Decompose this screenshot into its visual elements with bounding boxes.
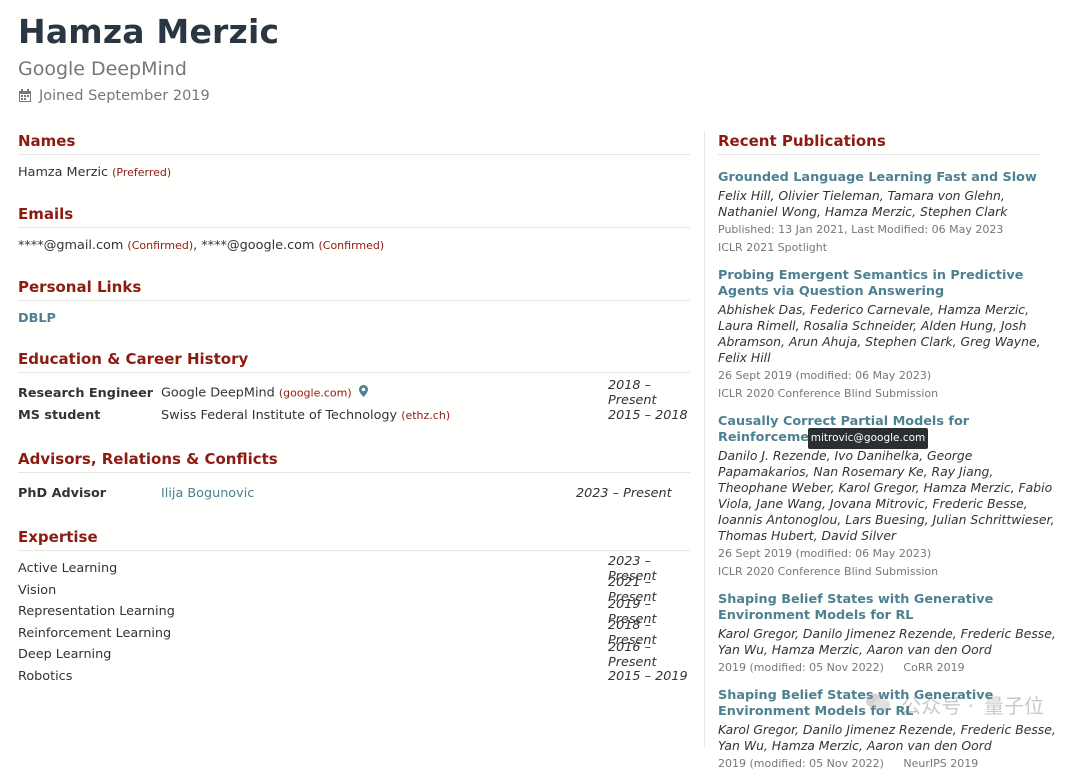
publication-venue: ICLR 2020 Conference Blind Submission: [718, 565, 939, 578]
email-status: (Confirmed): [318, 239, 385, 252]
preferred-name: Hamza Merzic: [18, 165, 109, 180]
section-title-advisors: Advisors, Relations & Conflicts: [18, 449, 690, 473]
history-institution: Swiss Federal Institute of Technology: [161, 407, 398, 423]
expertise-topic: Vision: [18, 582, 57, 598]
publication-dates: 26 Sept 2019 (modified: 06 May 2023): [718, 369, 932, 382]
wechat-icon: [865, 692, 891, 718]
email-tooltip: mitrovic@google.com: [808, 428, 928, 449]
publication-venue: ICLR 2020 Conference Blind Submission: [718, 387, 939, 400]
history-position: MS student: [18, 407, 101, 423]
history-years: 2015 – 2018: [608, 407, 688, 423]
publication-venue: ICLR 2021 Spotlight: [718, 241, 828, 254]
advisor-years: 2023 – Present: [576, 485, 672, 501]
publication-authors: Karol Gregor, Danilo Jimenez Rezende, Fr…: [718, 626, 1056, 657]
expertise-topic: Reinforcement Learning: [18, 625, 172, 641]
expertise-row: Deep Learning 2016 – Present: [18, 640, 690, 670]
publication-title-link[interactable]: Grounded Language Learning Fast and Slow: [718, 170, 1063, 186]
joined-text: Joined September 2019: [39, 88, 210, 104]
profile-name: Hamza Merzic: [18, 12, 280, 51]
expertise-topic: Deep Learning: [18, 647, 112, 663]
history-domain: (ethz.ch): [401, 408, 451, 422]
section-title-emails: Emails: [18, 204, 690, 228]
history-institution: Google DeepMind: [161, 385, 275, 401]
email-address: ****@gmail.com: [18, 238, 124, 253]
joined-date: Joined September 2019: [18, 88, 279, 104]
watermark-brand: 量子位: [984, 694, 1044, 718]
watermark-text: 公众号 ·: [901, 694, 974, 718]
dblp-link[interactable]: DBLP: [18, 311, 56, 326]
publication-item: Probing Emergent Semantics in Predictive…: [718, 268, 1063, 402]
publication-item: Shaping Belief States with Generative En…: [718, 592, 1063, 676]
section-title-links: Personal Links: [18, 277, 690, 301]
expertise-topic: Robotics: [18, 668, 73, 684]
profile-details: Names Hamza Merzic (Preferred) Emails **…: [18, 131, 690, 687]
history-position: Research Engineer: [18, 385, 154, 401]
section-title-names: Names: [18, 131, 690, 155]
email-address: ****@google.com: [201, 238, 315, 253]
publication-dates: 2019 (modified: 05 Nov 2022): [718, 757, 884, 770]
publication-authors: Felix Hill, Olivier Tieleman, Tamara von…: [718, 188, 1008, 219]
expertise-topic: Active Learning: [18, 561, 118, 577]
publication-title-link[interactable]: Probing Emergent Semantics in Predictive…: [718, 268, 1063, 300]
publication-venue: NeurIPS 2019: [903, 757, 979, 770]
email-separator: ,: [193, 238, 198, 253]
section-title-expertise: Expertise: [18, 527, 690, 551]
history-row: MS student Swiss Federal Institute of Te…: [18, 404, 690, 426]
expertise-row: Active Learning 2023 – Present: [18, 554, 690, 584]
publication-dates: 2019 (modified: 05 Nov 2022): [718, 661, 884, 674]
publication-authors: Danilo J. Rezende, Ivo Danihelka, George…: [718, 448, 1055, 543]
history-domain: (google.com): [278, 386, 352, 400]
advisors-section: Advisors, Relations & Conflicts PhD Advi…: [18, 449, 690, 504]
email-status: (Confirmed): [127, 239, 194, 252]
history-row: Research Engineer Google DeepMind (googl…: [18, 378, 690, 408]
publication-dates: 26 Sept 2019 (modified: 06 May 2023): [718, 547, 932, 560]
expertise-row: Robotics 2015 – 2019: [18, 666, 690, 688]
publication-authors: Karol Gregor, Danilo Jimenez Rezende, Fr…: [718, 722, 1056, 753]
publication-dates: Published: 13 Jan 2021, Last Modified: 0…: [718, 223, 1004, 236]
publication-authors: Abhishek Das, Federico Carnevale, Hamza …: [718, 302, 1041, 365]
section-title-history: Education & Career History: [18, 349, 690, 373]
history-section: Education & Career History Research Engi…: [18, 349, 690, 426]
preferred-note: (Preferred): [112, 166, 172, 179]
publication-item: Grounded Language Learning Fast and Slow…: [718, 170, 1063, 256]
expertise-row: Vision 2021 – Present: [18, 575, 690, 605]
publication-title-link[interactable]: Shaping Belief States with Generative En…: [718, 592, 1063, 624]
expertise-topic: Representation Learning: [18, 604, 175, 620]
expertise-years: 2015 – 2019: [608, 668, 688, 684]
personal-links-section: Personal Links DBLP: [18, 277, 690, 328]
expertise-years: 2016 – Present: [608, 639, 657, 670]
section-title-publications: Recent Publications: [718, 131, 1040, 155]
expertise-section: Expertise Active Learning 2023 – Present…: [18, 527, 690, 687]
profile-header: Hamza Merzic Google DeepMind Joined Sept…: [18, 10, 279, 104]
watermark: 公众号 · 量子位: [865, 690, 1044, 719]
expertise-row: Representation Learning 2019 – Present: [18, 597, 690, 627]
emails-section: Emails ****@gmail.com (Confirmed), ****@…: [18, 204, 690, 255]
advisor-relation: PhD Advisor: [18, 485, 107, 501]
advisor-row: PhD Advisor Ilija Bogunovic 2023 – Prese…: [18, 482, 690, 504]
names-section: Names Hamza Merzic (Preferred): [18, 131, 690, 182]
history-years: 2018 – Present: [608, 378, 657, 408]
calendar-icon: [18, 89, 32, 103]
publication-venue: CoRR 2019: [903, 661, 965, 674]
expertise-row: Reinforcement Learning 2018 – Present: [18, 618, 690, 648]
advisor-name-link[interactable]: Ilija Bogunovic: [161, 486, 576, 501]
profile-institution: Google DeepMind: [18, 58, 187, 80]
map-marker-icon[interactable]: [358, 385, 368, 401]
